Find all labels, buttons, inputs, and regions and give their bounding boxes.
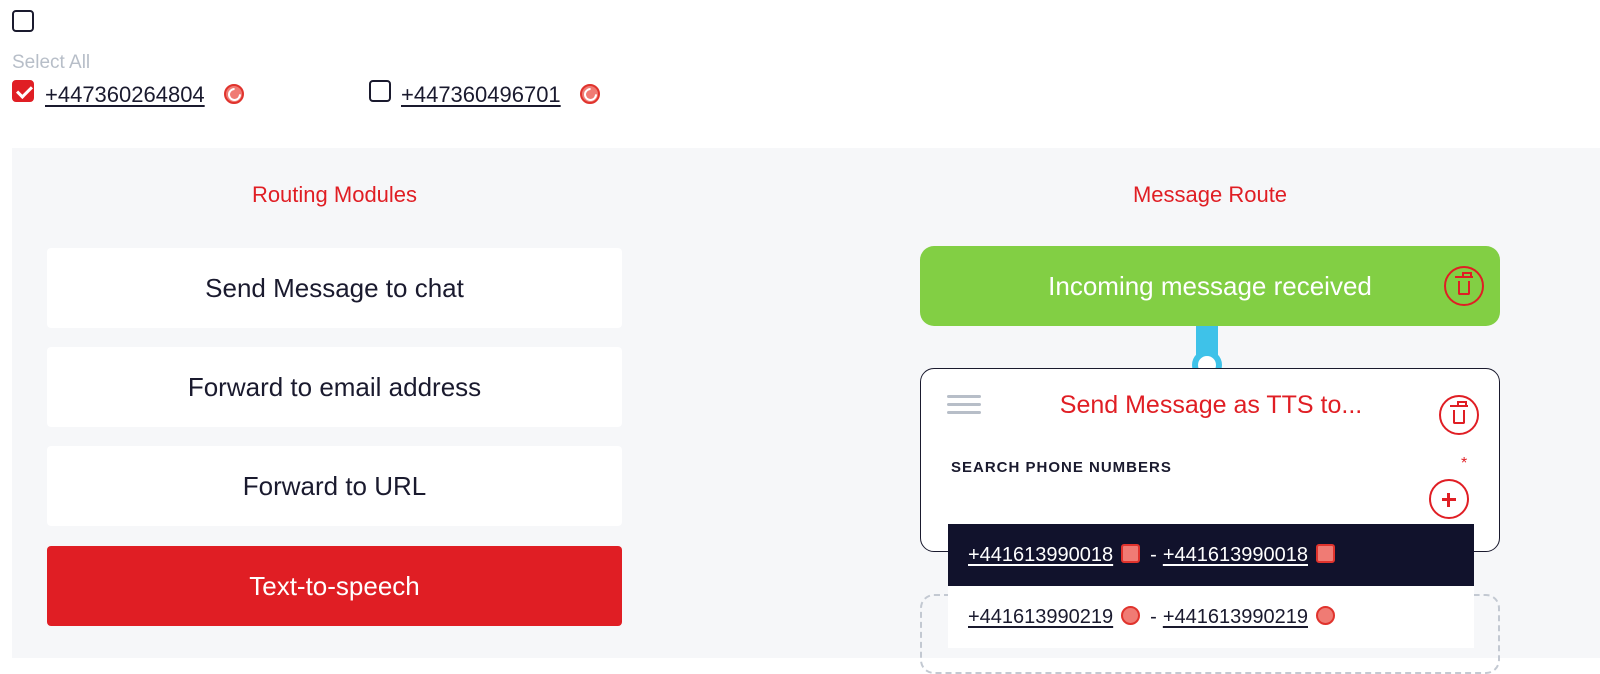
number-selection: Select All +447360264804 +447360496701: [0, 0, 1600, 148]
module-forward-to-email[interactable]: Forward to email address: [47, 347, 622, 427]
number-link-1[interactable]: +447360264804: [45, 82, 205, 108]
search-phone-numbers-label: SEARCH PHONE NUMBERS: [951, 459, 1172, 476]
option-separator: -: [1150, 605, 1157, 628]
select-all-checkbox[interactable]: [12, 10, 34, 32]
delete-tts-button[interactable]: [1439, 395, 1479, 435]
message-route-title: Message Route: [1132, 182, 1288, 207]
trash-icon: [1455, 272, 1473, 295]
option-to-number: +441613990018: [1162, 543, 1308, 566]
phone-status-icon: [1121, 543, 1141, 563]
module-send-message-to-chat[interactable]: Send Message to chat: [47, 248, 622, 328]
delete-incoming-button[interactable]: [1444, 266, 1484, 306]
option-from-number: +441613990219: [968, 605, 1114, 628]
required-mark: *: [1461, 455, 1468, 472]
option-to-number: +441613990219: [1162, 605, 1308, 628]
incoming-message-label: Incoming message received: [1048, 270, 1372, 301]
option-separator: -: [1150, 543, 1157, 566]
select-all-label: Select All: [12, 52, 91, 73]
tts-card-title: Send Message as TTS to...: [1059, 391, 1363, 419]
phone-status-icon: [1315, 543, 1335, 563]
module-text-to-speech[interactable]: Text-to-speech: [47, 546, 622, 626]
number-link-2[interactable]: +447360496701: [401, 82, 561, 108]
trash-icon: [1450, 401, 1468, 424]
number-checkbox-1[interactable]: [12, 80, 34, 102]
dropdown-option[interactable]: +441613990018 - +441613990018: [948, 524, 1474, 586]
add-number-button[interactable]: [1429, 479, 1469, 519]
module-forward-to-url[interactable]: Forward to URL: [47, 446, 622, 526]
phone-status-icon: [580, 84, 600, 104]
dropdown-option[interactable]: +441613990219 - +441613990219: [948, 586, 1474, 648]
phone-status-icon: [224, 84, 244, 104]
routing-workspace: Routing Modules Send Message to chat For…: [12, 148, 1600, 674]
routing-modules-title: Routing Modules: [251, 182, 418, 207]
option-from-number: +441613990018: [968, 543, 1114, 566]
number-checkbox-2[interactable]: [369, 80, 391, 102]
phone-number-dropdown: +441613990018 - +441613990018 +441613990…: [948, 524, 1474, 648]
phone-status-icon: [1121, 605, 1141, 625]
phone-status-icon: [1315, 605, 1335, 625]
incoming-message-node[interactable]: Incoming message received: [920, 246, 1500, 326]
